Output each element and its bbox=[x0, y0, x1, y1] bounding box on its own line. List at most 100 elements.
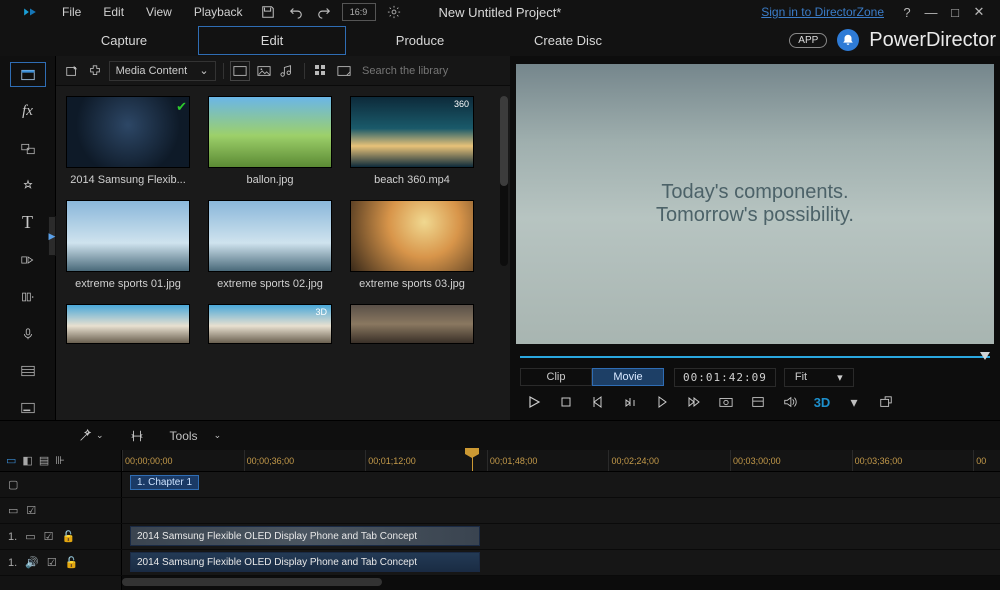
media-filter-dropdown[interactable]: Media Content⌄ bbox=[109, 61, 216, 81]
media-item[interactable]: extreme sports 02.jpg bbox=[206, 200, 334, 298]
movie-mode-button[interactable]: Movie bbox=[592, 368, 664, 386]
media-scrollbar[interactable] bbox=[500, 96, 508, 266]
view-grid-icon[interactable] bbox=[311, 61, 330, 81]
playhead[interactable] bbox=[472, 450, 473, 471]
timeline-h-scrollbar[interactable] bbox=[122, 576, 1000, 590]
audio-track-icon[interactable]: 🔊 bbox=[25, 556, 39, 569]
media-item[interactable]: ✔2014 Samsung Flexib... bbox=[64, 96, 192, 194]
step-button[interactable] bbox=[620, 392, 640, 412]
fx-lane[interactable] bbox=[122, 498, 1000, 523]
tools-dropdown[interactable]: Tools⌄ bbox=[164, 427, 228, 445]
import-media-icon[interactable] bbox=[62, 61, 81, 81]
settings-icon[interactable] bbox=[384, 3, 404, 21]
particle-room-button[interactable] bbox=[10, 173, 46, 198]
tab-edit[interactable]: Edit bbox=[198, 26, 346, 55]
visible-checkbox[interactable]: ☑ bbox=[44, 530, 54, 543]
title-room-button[interactable]: T bbox=[10, 210, 46, 235]
media-item[interactable]: 360beach 360.mp4 bbox=[348, 96, 476, 194]
voice-over-button[interactable] bbox=[10, 321, 46, 346]
snapshot-button[interactable] bbox=[716, 392, 736, 412]
audio-clip[interactable]: 2014 Samsung Flexible OLED Display Phone… bbox=[130, 552, 480, 572]
menu-view[interactable]: View bbox=[136, 3, 182, 21]
ruler-tick: 00;03;36;00 bbox=[852, 450, 974, 471]
video-lane[interactable]: 2014 Samsung Flexible OLED Display Phone… bbox=[122, 524, 1000, 549]
audible-checkbox[interactable]: ☑ bbox=[47, 556, 57, 569]
chapter-lane[interactable]: 1. Chapter 1 bbox=[122, 472, 1000, 497]
track-manager-icon[interactable]: ▤ bbox=[39, 454, 49, 467]
redo-icon[interactable] bbox=[314, 3, 334, 21]
volume-button[interactable] bbox=[780, 392, 800, 412]
subtitle-room-button[interactable] bbox=[10, 395, 46, 420]
stop-button[interactable] bbox=[556, 392, 576, 412]
panel-expand-handle[interactable]: ▶ bbox=[48, 216, 56, 256]
play-button[interactable] bbox=[524, 392, 544, 412]
pip-room-button[interactable] bbox=[10, 136, 46, 161]
preview-seek-bar[interactable] bbox=[520, 354, 990, 360]
loop-options-icon[interactable]: ▾ bbox=[844, 392, 864, 412]
undock-button[interactable] bbox=[876, 392, 896, 412]
notification-bell-icon[interactable] bbox=[837, 29, 859, 51]
clip-mode-button[interactable]: Clip bbox=[520, 368, 592, 386]
close-button[interactable]: ✕ bbox=[971, 4, 987, 20]
preview-viewport[interactable]: Today's components. Tomorrow's possibili… bbox=[516, 64, 994, 344]
preview-quality-button[interactable] bbox=[748, 392, 768, 412]
media-item[interactable]: ballon.jpg bbox=[206, 96, 334, 194]
app-badge[interactable]: APP bbox=[789, 33, 827, 48]
media-item[interactable] bbox=[64, 304, 192, 344]
prev-frame-button[interactable] bbox=[588, 392, 608, 412]
filter-audio-icon[interactable] bbox=[277, 61, 296, 81]
timeline-view-icon[interactable]: ▭ bbox=[6, 454, 16, 467]
timecode-display[interactable]: 00:01:42:09 bbox=[674, 368, 776, 387]
media-item[interactable]: 3D bbox=[206, 304, 334, 344]
chapter-icon[interactable]: ▢ bbox=[8, 478, 18, 491]
lock-icon[interactable]: 🔓 bbox=[61, 530, 75, 543]
magic-tools-button[interactable]: ⌄ bbox=[72, 427, 110, 445]
chapter-track: ▢ 1. Chapter 1 bbox=[0, 472, 1000, 498]
tab-create-disc[interactable]: Create Disc bbox=[494, 27, 642, 54]
tab-produce[interactable]: Produce bbox=[346, 27, 494, 54]
filter-image-icon[interactable] bbox=[254, 61, 273, 81]
check-icon: ✔ bbox=[176, 99, 187, 115]
media-item[interactable]: extreme sports 01.jpg bbox=[64, 200, 192, 298]
media-item[interactable]: extreme sports 03.jpg bbox=[348, 200, 476, 298]
media-item[interactable] bbox=[348, 304, 476, 344]
3d-button[interactable]: 3D bbox=[812, 392, 832, 412]
menu-file[interactable]: File bbox=[52, 3, 91, 21]
chapter-room-button[interactable] bbox=[10, 358, 46, 383]
transition-room-button[interactable] bbox=[10, 247, 46, 272]
menu-playback[interactable]: Playback bbox=[184, 3, 253, 21]
media-room-button[interactable] bbox=[10, 62, 46, 87]
zoom-fit-dropdown[interactable]: Fit▾ bbox=[784, 368, 854, 387]
video-clip[interactable]: 2014 Samsung Flexible OLED Display Phone… bbox=[130, 526, 480, 546]
signin-link[interactable]: Sign in to DirectorZone bbox=[761, 5, 884, 19]
filter-all-icon[interactable] bbox=[230, 61, 250, 81]
fast-forward-button[interactable] bbox=[684, 392, 704, 412]
chapter-marker[interactable]: 1. Chapter 1 bbox=[130, 475, 199, 490]
undo-icon[interactable] bbox=[286, 3, 306, 21]
seek-handle-icon[interactable] bbox=[980, 352, 990, 360]
timeline-ruler[interactable]: 00;00;00;00 00;00;36;00 00;01;12;00 00;0… bbox=[122, 450, 1000, 471]
search-input[interactable] bbox=[358, 65, 504, 77]
fx-track-icon[interactable]: ▭ bbox=[8, 504, 18, 517]
video-track-icon[interactable]: ▭ bbox=[25, 530, 35, 543]
maximize-button[interactable]: □ bbox=[947, 5, 963, 20]
storyboard-view-icon[interactable]: ◧ bbox=[22, 454, 32, 467]
split-button[interactable] bbox=[124, 427, 150, 445]
visible-checkbox[interactable]: ☑ bbox=[26, 504, 36, 517]
tab-capture[interactable]: Capture bbox=[50, 27, 198, 54]
timeline: ▭ ◧ ▤ ⊪ 00;00;00;00 00;00;36;00 00;01;12… bbox=[0, 450, 1000, 590]
next-frame-button[interactable] bbox=[652, 392, 672, 412]
marker-icon[interactable]: ⊪ bbox=[55, 454, 65, 467]
audio-lane[interactable]: 2014 Samsung Flexible OLED Display Phone… bbox=[122, 550, 1000, 575]
audio-mixing-button[interactable] bbox=[10, 284, 46, 309]
help-button[interactable]: ? bbox=[899, 5, 915, 20]
aspect-ratio-button[interactable]: 16:9 bbox=[342, 3, 376, 21]
minimize-button[interactable]: — bbox=[923, 5, 939, 20]
plugin-icon[interactable] bbox=[85, 61, 104, 81]
fx-room-button[interactable]: fx bbox=[10, 99, 46, 124]
lock-icon[interactable]: 🔓 bbox=[65, 556, 79, 569]
view-list-icon[interactable] bbox=[335, 61, 354, 81]
preview-panel: Today's components. Tomorrow's possibili… bbox=[510, 56, 1000, 420]
save-icon[interactable] bbox=[258, 3, 278, 21]
menu-edit[interactable]: Edit bbox=[93, 3, 134, 21]
